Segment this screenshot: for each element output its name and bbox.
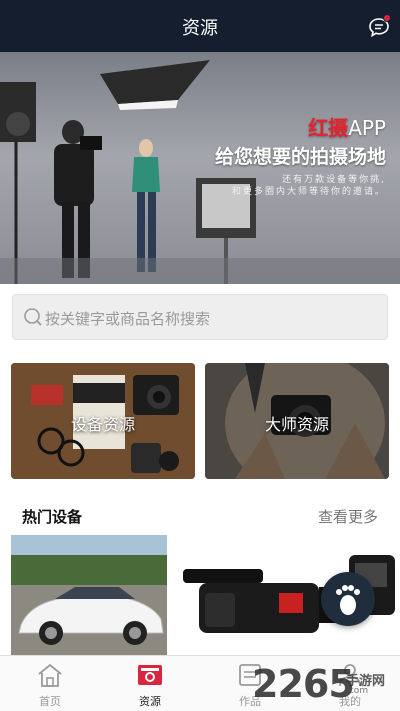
watermark-number: 2265 [252, 662, 355, 706]
footprint-icon [336, 585, 360, 615]
footprint-button[interactable] [321, 572, 375, 626]
tab-home[interactable]: 首页 [0, 656, 100, 711]
view-more-link[interactable]: 查看更多 [318, 506, 378, 527]
notification-dot [383, 14, 391, 22]
banner-subtext-2: 和更多圈内大师等待你的邀请。 [231, 187, 386, 197]
search-bar[interactable]: 按关键字或商品名称搜索 [12, 294, 388, 340]
card-label: 大师资源 [264, 415, 329, 434]
hot-equipment-title: 热门设备 [22, 508, 83, 526]
watermark-domain: .com [346, 686, 369, 696]
banner-headline: 红摄APP [308, 112, 386, 141]
search-placeholder: 按关键字或商品名称搜索 [45, 310, 211, 328]
master-resources-card[interactable]: 大师资源 [205, 363, 389, 479]
brand-suffix: APP [348, 116, 386, 140]
card-label: 设备资源 [70, 415, 135, 434]
equipment-resources-card[interactable]: 设备资源 [11, 363, 195, 479]
site-watermark: 2265 手游网 .com [216, 660, 396, 706]
search-icon [24, 308, 42, 326]
brand-name: 红摄 [308, 116, 349, 140]
home-icon [38, 663, 62, 687]
tab-resources[interactable]: 资源 [100, 656, 200, 711]
top-bar: 资源 [0, 0, 400, 52]
promo-banner[interactable]: 红摄APP 给您想要的拍摄场地 还有万款设备等你挑, 和更多圈内大师等待你的邀请… [0, 52, 400, 284]
tab-label: 首页 [39, 695, 61, 708]
car-photo [11, 535, 167, 657]
camera-icon [138, 665, 162, 685]
tab-label: 资源 [139, 695, 161, 708]
banner-tagline: 给您想要的拍摄场地 [214, 146, 386, 168]
equipment-item-car[interactable] [11, 535, 167, 657]
page-title: 资源 [182, 18, 218, 39]
